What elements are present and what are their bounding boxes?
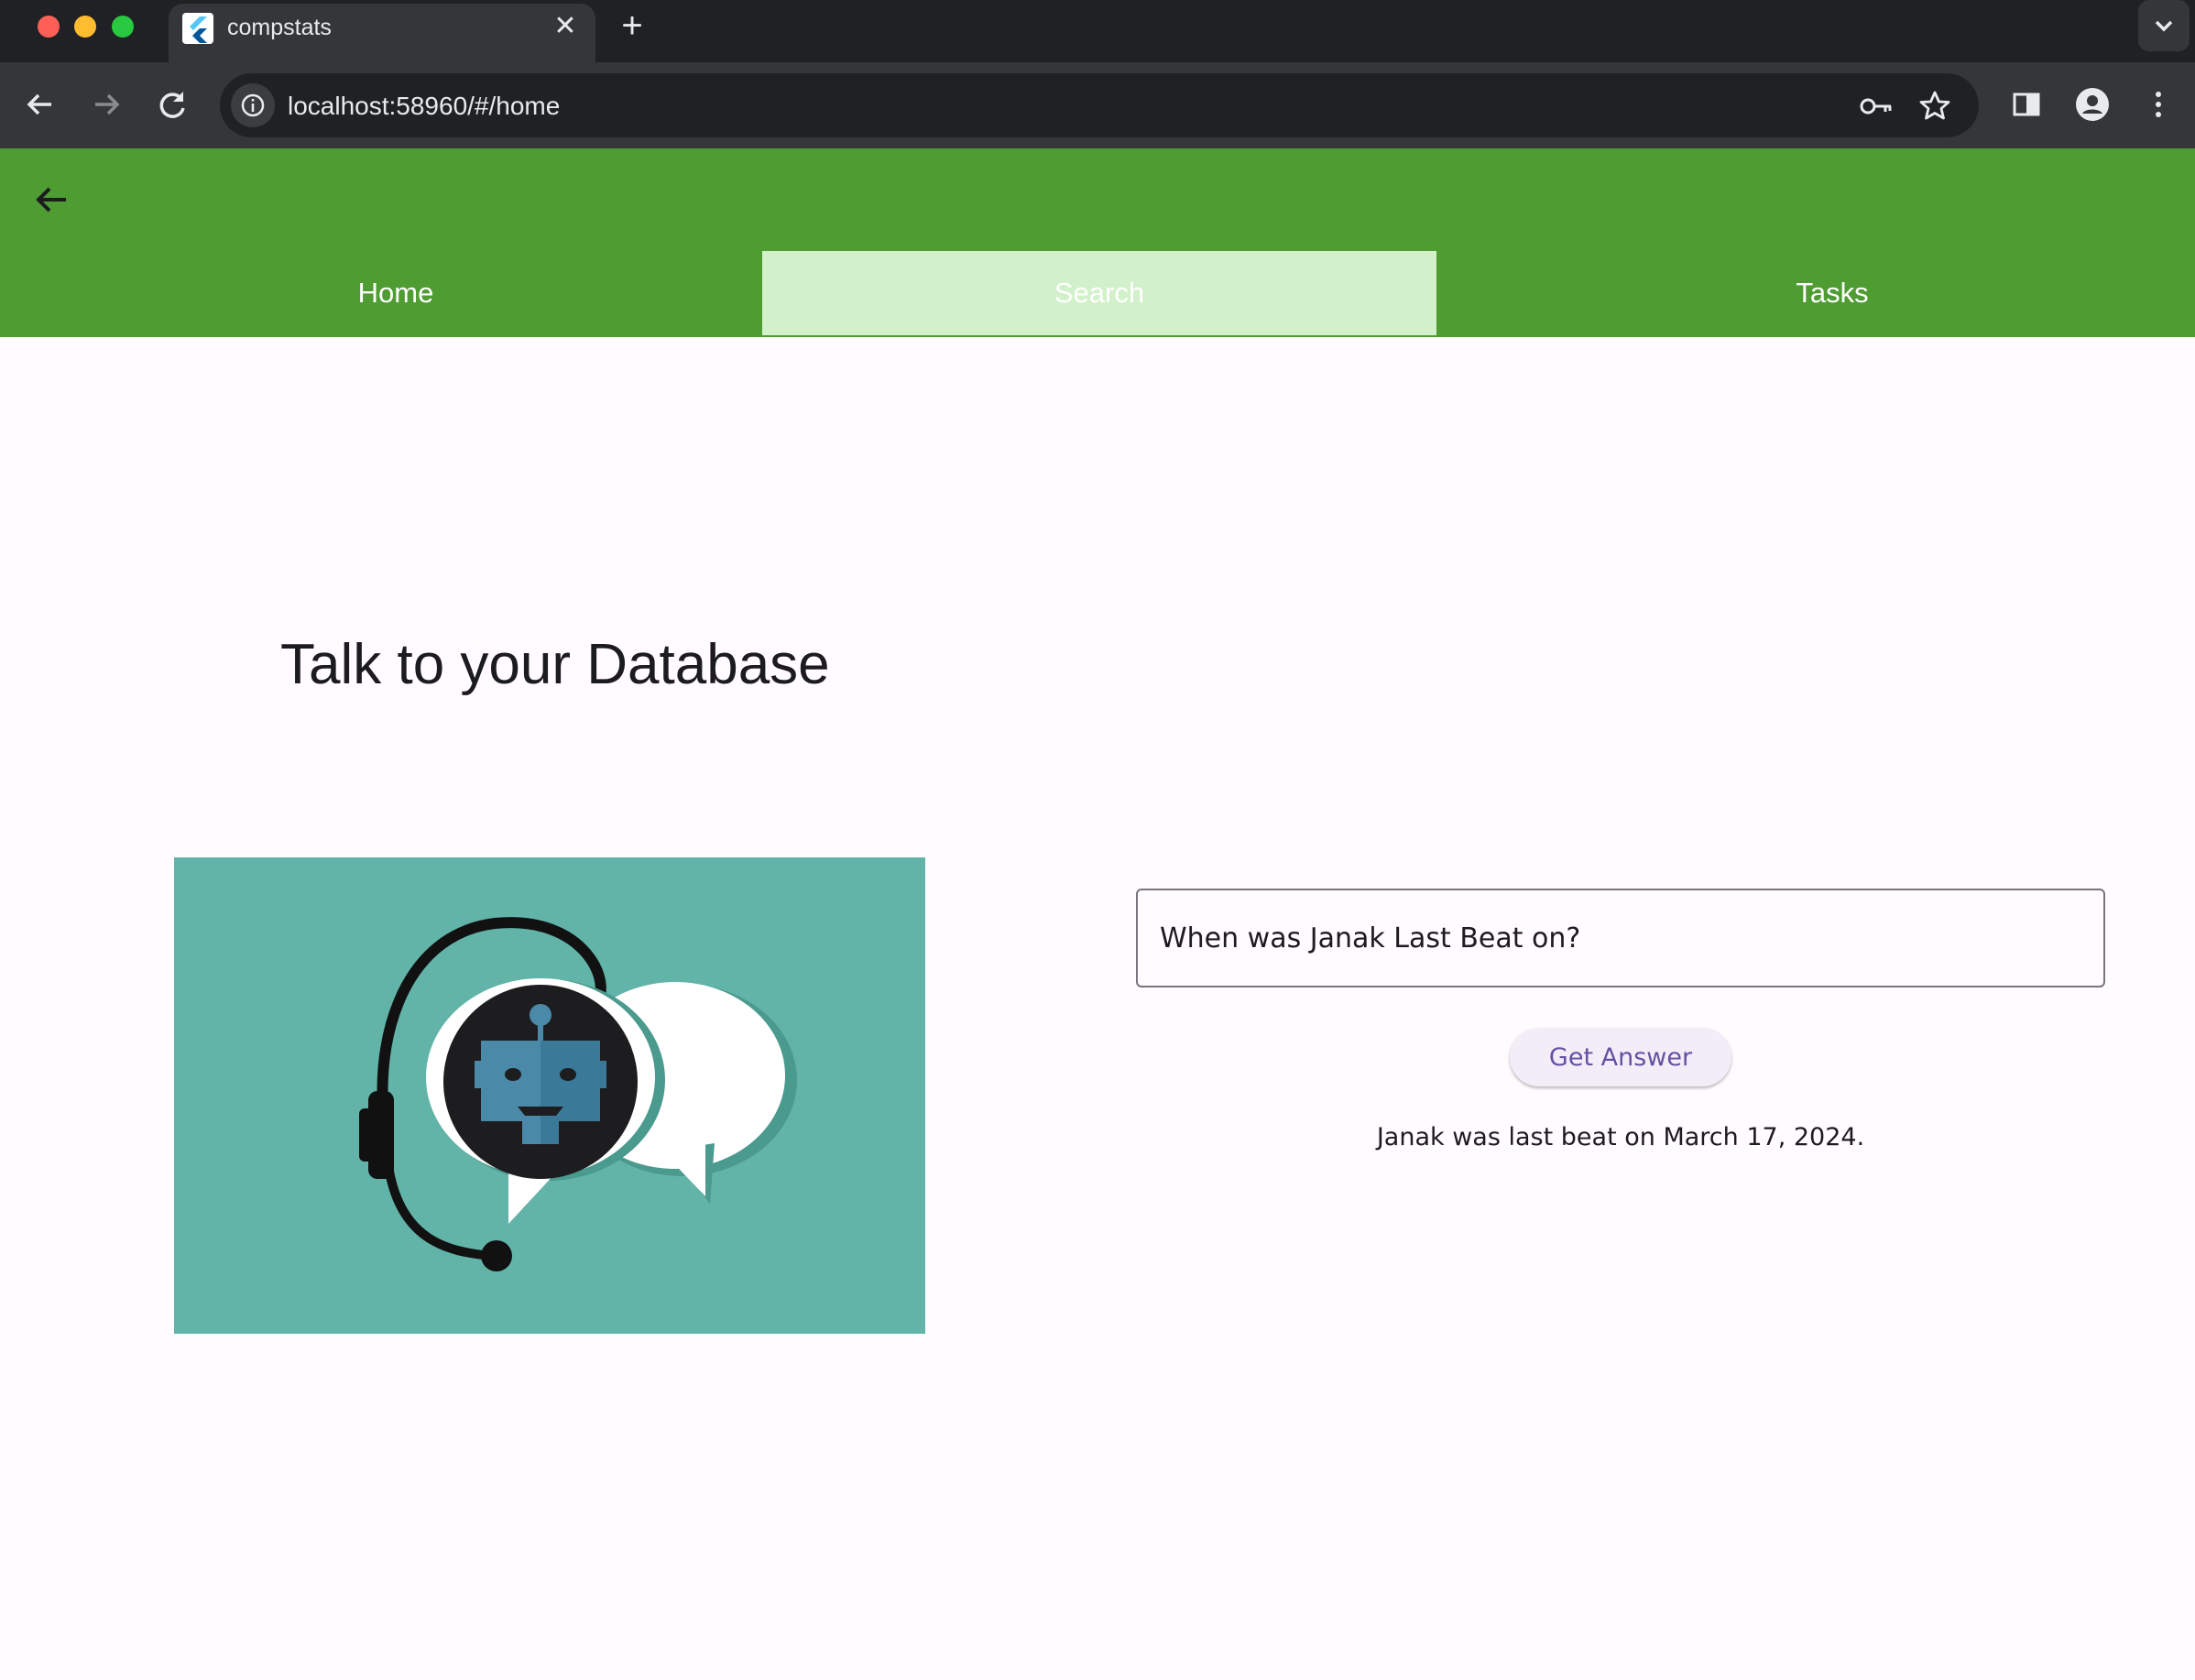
new-tab-icon[interactable]: +: [614, 7, 650, 44]
window-zoom-button[interactable]: [112, 16, 134, 38]
browser-tabstrip: compstats ✕ +: [0, 0, 2195, 62]
more-vert-icon[interactable]: [2136, 82, 2180, 126]
tab-title: compstats: [227, 15, 332, 40]
get-answer-button[interactable]: Get Answer: [1510, 1028, 1731, 1086]
page-title: Talk to your Database: [280, 633, 830, 696]
reload-icon[interactable]: [150, 82, 194, 126]
browser-toolbar: localhost:58960/#/home: [0, 62, 2195, 148]
tab-tasks[interactable]: Tasks: [1495, 251, 2169, 335]
profile-icon[interactable]: [2070, 82, 2114, 126]
app-bar: Home Search Tasks: [0, 148, 2195, 337]
window-minimize-button[interactable]: [74, 16, 96, 38]
tab-search-label: Search: [1054, 277, 1145, 309]
forward-arrow-icon[interactable]: [84, 82, 128, 126]
chevron-down-icon[interactable]: [2138, 0, 2190, 51]
back-arrow-icon[interactable]: [18, 82, 62, 126]
back-arrow-icon[interactable]: [27, 176, 75, 224]
star-icon[interactable]: [1917, 88, 1953, 125]
tab-tasks-label: Tasks: [1796, 277, 1869, 309]
side-panel-icon[interactable]: [2004, 82, 2048, 126]
answer-text: Janak was last beat on March 17, 2024.: [1376, 1123, 1865, 1151]
address-bar[interactable]: localhost:58960/#/home: [220, 73, 1979, 137]
window-close-button[interactable]: [38, 16, 60, 38]
tab-search[interactable]: Search: [762, 251, 1436, 335]
tab-home-label: Home: [357, 277, 434, 309]
query-input[interactable]: [1136, 889, 2105, 987]
url-text: localhost:58960/#/home: [288, 92, 561, 120]
site-info-icon[interactable]: [231, 83, 275, 127]
browser-tab[interactable]: compstats ✕: [169, 4, 595, 62]
close-icon[interactable]: ✕: [550, 11, 581, 42]
key-icon[interactable]: [1858, 88, 1895, 125]
flutter-icon: [182, 13, 213, 44]
robot-support-illustration: [174, 857, 925, 1334]
tab-home[interactable]: Home: [59, 251, 733, 335]
